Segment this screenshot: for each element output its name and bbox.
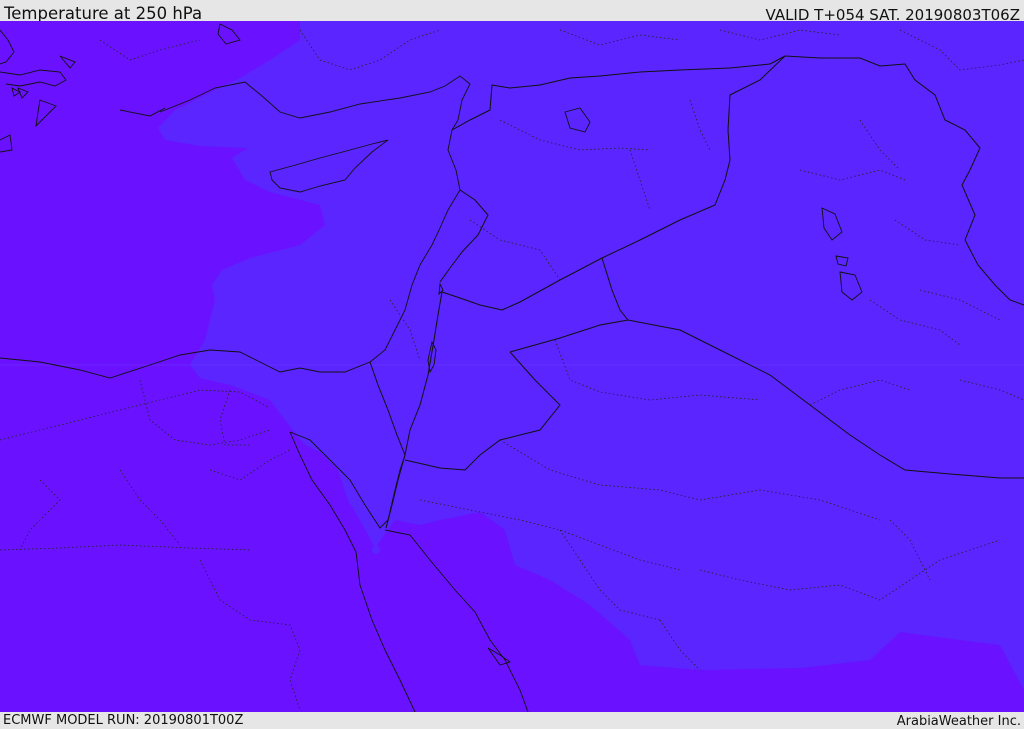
footer-bar: ECMWF MODEL RUN: 20190801T00Z ArabiaWeat…	[0, 712, 1024, 729]
header-bar: Temperature at 250 hPa VALID T+054 SAT. …	[0, 0, 1024, 24]
credit-label: ArabiaWeather Inc.	[896, 714, 1021, 729]
tiran-island	[372, 546, 380, 554]
forecast-map-frame: Temperature at 250 hPa VALID T+054 SAT. …	[0, 0, 1024, 729]
temperature-map[interactable]	[0, 21, 1024, 712]
map-canvas	[0, 21, 1024, 712]
model-run-label: ECMWF MODEL RUN: 20190801T00Z	[3, 713, 244, 728]
